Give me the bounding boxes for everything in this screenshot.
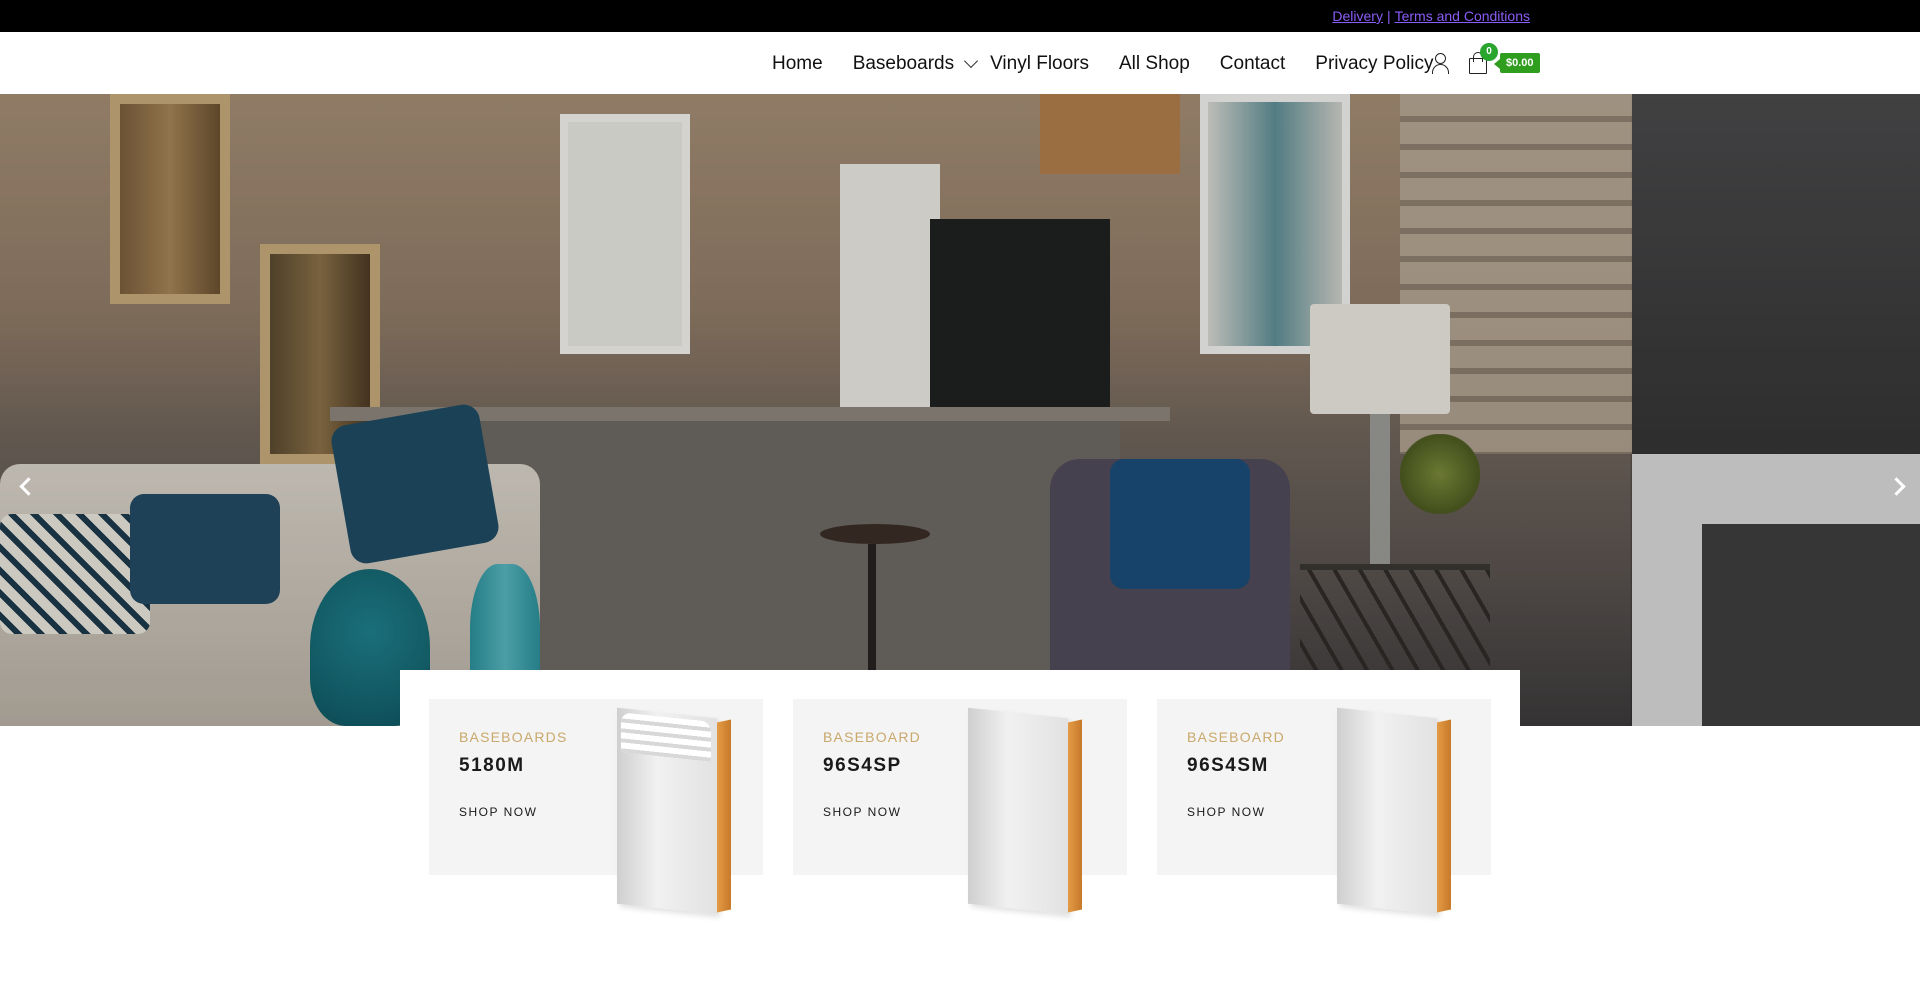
shop-now-link[interactable]: SHOP NOW xyxy=(1187,805,1265,819)
site-header: Home Baseboards Vinyl Floors All Shop Co… xyxy=(0,32,1920,94)
nav-privacy-policy-label: Privacy Policy xyxy=(1315,53,1434,74)
main-nav: Home Baseboards Vinyl Floors All Shop Co… xyxy=(772,52,1464,76)
nav-vinyl-floors[interactable]: Vinyl Floors xyxy=(990,53,1089,75)
nav-home-label: Home xyxy=(772,53,823,74)
board-edge xyxy=(717,719,731,913)
user-icon-body xyxy=(1432,64,1449,74)
product-name: 5180M xyxy=(459,755,525,776)
product-category: BASEBOARD xyxy=(823,729,921,745)
nav-privacy-policy[interactable]: Privacy Policy xyxy=(1315,53,1433,75)
chevron-right-stroke xyxy=(1887,477,1906,496)
product-image xyxy=(968,705,1090,915)
product-card[interactable]: BASEBOARD 96S4SM SHOP NOW xyxy=(1157,699,1491,915)
nav-all-shop-label: All Shop xyxy=(1119,53,1190,74)
nav-home[interactable]: Home xyxy=(772,53,823,75)
nav-baseboards-label: Baseboards xyxy=(852,53,955,74)
chevron-left-stroke xyxy=(19,477,38,496)
chevron-left-icon[interactable] xyxy=(14,472,44,502)
terms-link[interactable]: Terms and Conditions xyxy=(1395,8,1530,24)
chevron-down-icon xyxy=(964,53,979,69)
cart-total-badge[interactable]: $0.00 xyxy=(1494,53,1540,73)
user-icon[interactable] xyxy=(1430,51,1452,75)
chevron-right-icon[interactable] xyxy=(1886,472,1916,502)
product-category: BASEBOARDS xyxy=(459,729,568,745)
product-name: 96S4SP xyxy=(823,755,902,776)
shop-now-link[interactable]: SHOP NOW xyxy=(459,805,537,819)
board-face xyxy=(968,707,1068,915)
product-card[interactable]: BASEBOARD 96S4SP SHOP NOW xyxy=(793,699,1127,915)
nav-vinyl-floors-label: Vinyl Floors xyxy=(990,53,1089,74)
topbar-separator: | xyxy=(1386,8,1391,24)
top-bar: Delivery | Terms and Conditions xyxy=(0,0,1920,32)
nav-contact-label: Contact xyxy=(1219,53,1286,74)
hero-overlay xyxy=(0,94,1920,726)
topbar-links: Delivery | Terms and Conditions xyxy=(1332,8,1530,24)
nav-all-shop[interactable]: All Shop xyxy=(1119,53,1190,75)
product-image xyxy=(617,705,739,915)
board-edge xyxy=(1437,719,1451,913)
shopping-bag-icon[interactable]: 0 xyxy=(1466,43,1498,76)
header-icons: 0 $0.00 xyxy=(1430,43,1540,76)
delivery-link[interactable]: Delivery xyxy=(1332,8,1383,24)
nav-baseboards[interactable]: Baseboards xyxy=(852,53,979,75)
product-image xyxy=(1337,705,1459,915)
bag-body xyxy=(1469,58,1487,74)
board-edge xyxy=(1068,719,1082,913)
product-name: 96S4SM xyxy=(1187,755,1269,776)
product-card[interactable]: BASEBOARDS 5180M SHOP NOW xyxy=(429,699,763,915)
shop-now-link[interactable]: SHOP NOW xyxy=(823,805,901,819)
product-category: BASEBOARD xyxy=(1187,729,1285,745)
hero-slider xyxy=(0,94,1920,726)
nav-contact[interactable]: Contact xyxy=(1220,53,1285,75)
user-icon-head xyxy=(1435,53,1446,64)
featured-products: BASEBOARDS 5180M SHOP NOW BASEBOARD 96S4… xyxy=(400,670,1520,993)
board-face xyxy=(1337,707,1437,915)
